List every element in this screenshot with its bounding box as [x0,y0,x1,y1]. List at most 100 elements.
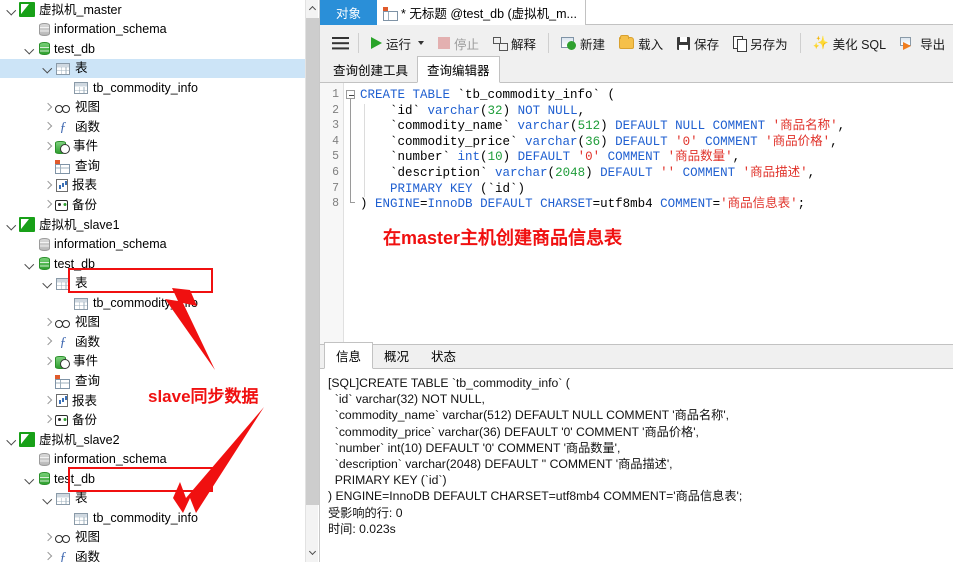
scrollbar-thumb[interactable] [306,18,319,505]
database-green-icon [39,472,50,486]
object-tree[interactable]: 虚拟机_master information_schema test_db 表 tb_c… [0,0,305,562]
tree-twisty-icon[interactable] [42,551,55,562]
code-line[interactable]: `number` int(10) DEFAULT '0' COMMENT '商品… [360,150,740,166]
tree-twisty-icon[interactable] [42,316,55,329]
tree-item[interactable]: tb_commodity_info [0,293,305,313]
tree-twisty-icon[interactable] [42,62,55,75]
code-line[interactable]: `commodity_price` varchar(36) DEFAULT '0… [360,135,838,151]
tree-scrollbar[interactable] [305,0,319,562]
tree-item[interactable]: 表 [0,58,305,79]
tree-item[interactable]: 视图 [0,528,305,548]
tree-twisty-icon[interactable] [42,414,55,427]
explain-button-label: 解释 [511,37,537,52]
code-line[interactable]: ) ENGINE=InnoDB DEFAULT CHARSET=utf8mb4 … [360,197,805,213]
result-tab[interactable]: 状态 [420,343,467,368]
tree-item[interactable]: ƒ 函数 [0,117,305,137]
sql-editor[interactable]: 1 2 34 5 6 7 8 CREATE TABLE `tb_commodity_info… [320,83,953,345]
tab-query-editor[interactable]: 查询编辑器 [417,56,500,83]
tree-twisty-icon[interactable] [6,3,19,16]
menu-icon[interactable] [332,36,349,50]
tree-item[interactable]: tb_commodity_info [0,508,305,528]
tree-item[interactable]: information_schema [0,20,305,40]
tree-item[interactable]: tb_commodity_info [0,78,305,98]
tree-item[interactable]: test_db [0,254,305,274]
tab-query-builder[interactable]: 查询创建工具 [324,57,417,82]
tab-objects-label: 对象 [336,7,362,21]
tree-twisty-icon[interactable] [42,199,55,212]
fold-column[interactable] [344,83,356,344]
code-token: , [577,103,586,118]
tree-item[interactable]: 事件 [0,352,305,372]
tree-twisty-icon[interactable] [42,336,55,349]
code-line[interactable]: CREATE TABLE `tb_commodity_info` ( [360,88,615,104]
query-icon [55,374,71,390]
tree-item[interactable]: ƒ 函数 [0,547,305,562]
tree-item[interactable]: 备份 [0,196,305,216]
code-line[interactable]: PRIMARY KEY (`id`) [360,182,525,198]
tree-item[interactable]: 报表 [0,176,305,196]
tree-twisty-icon[interactable] [42,277,55,290]
save-button[interactable]: 保存 [670,25,726,61]
tree-twisty-icon[interactable] [42,492,55,505]
scroll-down-icon[interactable] [306,545,319,562]
result-tab[interactable]: 概况 [373,343,420,368]
code-line[interactable]: `commodity_name` varchar(512) DEFAULT NU… [360,119,845,135]
tree-twisty-icon[interactable] [6,433,19,446]
chevron-down-icon[interactable] [418,41,425,45]
tree-item[interactable]: ƒ 函数 [0,332,305,352]
tree-item[interactable]: 查询 [0,156,305,176]
tree-twisty-icon[interactable] [42,394,55,407]
tree-twisty-icon[interactable] [42,140,55,153]
scroll-up-icon[interactable] [306,0,319,17]
code-token: DEFAULT CHARSET [480,197,593,212]
tree-item[interactable]: test_db [0,469,305,489]
table-icon [74,297,88,310]
tree-twisty-icon[interactable] [42,101,55,114]
fold-toggle-icon[interactable] [346,90,355,99]
tree-item[interactable]: 事件 [0,137,305,157]
code-token: varchar [495,166,548,180]
tab-objects[interactable]: 对象 [320,0,378,25]
tree-item[interactable]: 虚拟机_slave1 [0,215,305,235]
function-icon: ƒ [59,549,67,562]
tree-twisty-icon[interactable] [42,121,55,134]
tree-twisty-spacer [24,23,37,36]
tree-item[interactable]: test_db [0,39,305,59]
code-line[interactable]: `description` varchar(2048) DEFAULT '' C… [360,166,815,182]
code-token: `description` [360,166,496,180]
code-token: 512 [577,119,601,134]
tree-item[interactable]: information_schema [0,450,305,470]
tree-item[interactable]: 备份 [0,411,305,431]
tree-twisty-icon[interactable] [24,42,37,55]
save-as-button[interactable]: 另存为 [726,25,795,61]
export-button[interactable]: 导出 [893,25,952,61]
tree-item[interactable]: 视图 [0,98,305,118]
code-token: = [420,197,428,212]
load-button[interactable]: 载入 [612,25,670,61]
tree-item[interactable]: 视图 [0,313,305,333]
tree-item[interactable]: 虚拟机_master [0,0,305,20]
code-line[interactable]: `id` varchar(32) NOT NULL, [360,104,585,120]
tree-item[interactable]: 报表 [0,391,305,411]
tab-query-document[interactable]: * 无标题 @test_db (虚拟机_m... [377,0,586,25]
view-icon [55,530,71,545]
tree-item[interactable]: information_schema [0,235,305,255]
tree-item[interactable]: 虚拟机_slave2 [0,430,305,450]
new-button[interactable]: 新建 [554,25,612,61]
tree-twisty-icon[interactable] [6,218,19,231]
tree-twisty-icon[interactable] [24,472,37,485]
code-token: ( [480,103,488,118]
tree-item[interactable]: 表 [0,274,305,294]
tree-twisty-icon[interactable] [42,531,55,544]
result-tab[interactable]: 信息 [324,342,374,369]
tree-item-label: 表 [75,491,88,506]
tree-twisty-icon[interactable] [42,355,55,368]
tree-twisty-spacer [42,375,55,388]
tree-item-label: information_schema [54,237,167,252]
tree-item[interactable]: 查询 [0,371,305,391]
beautify-sql-button[interactable]: ✨ 美化 SQL [806,25,894,61]
tree-twisty-icon[interactable] [42,179,55,192]
tree-twisty-icon[interactable] [24,257,37,270]
code-token: '0' [675,134,698,149]
tree-item[interactable]: 表 [0,489,305,509]
